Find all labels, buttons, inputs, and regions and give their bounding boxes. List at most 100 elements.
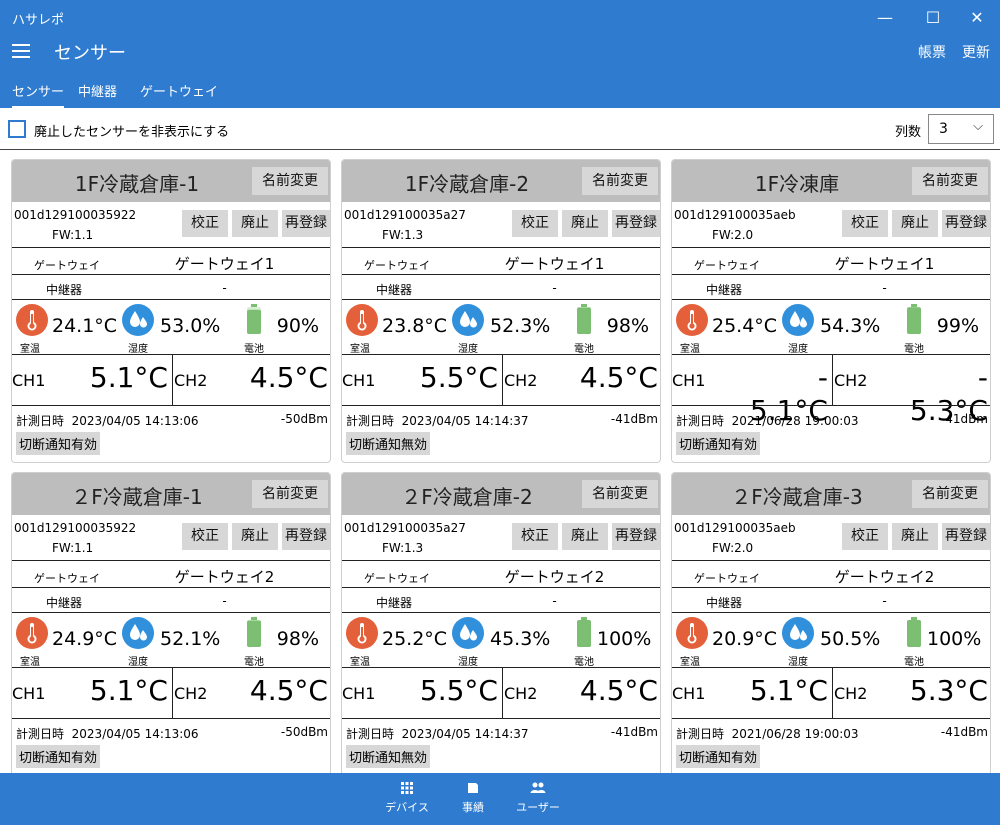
measured-label: 計測日時 [676,414,725,428]
rename-button[interactable]: 名前変更 [912,480,988,508]
ch1-temperature: 5.5°C [419,361,498,394]
battery-level: 100% [597,628,652,650]
tab-gateway[interactable]: ゲートウェイ [140,81,218,106]
humidity: 45.3% [490,628,551,650]
gateway-value: ゲートウェイ2 [834,568,935,586]
hide-retired-checkbox[interactable] [8,120,26,138]
calibrate-button[interactable]: 校正 [182,210,228,237]
retire-button[interactable]: 廃止 [562,523,608,550]
reregister-button[interactable]: 再登録 [282,210,330,237]
humidity-label: 湿度 [128,344,148,355]
room-temperature: 24.1°C [52,315,118,337]
sensor-name: ２F冷蔵倉庫-2 [401,485,533,509]
ch2-label: CH2 [174,371,208,390]
nav-users[interactable]: ユーザー [508,781,568,815]
gateway-value: ゲートウェイ1 [174,255,275,273]
hamburger-menu-icon[interactable] [12,44,30,58]
disconnect-notify-badge: 切断通知有効 [16,745,101,768]
close-button[interactable]: ✕ [954,0,1000,34]
battery-label: 電池 [244,344,264,355]
reregister-button[interactable]: 再登録 [942,523,990,550]
measured-at: 計測日時 2023/04/05 14:13:06 [16,412,199,429]
tab-relay[interactable]: 中継器 [78,81,117,106]
sensor-card: ２F冷蔵倉庫-2 名前変更 001d129100035a27 FW:1.3 校正… [341,472,661,773]
sensor-name: 1F冷蔵倉庫-2 [404,172,530,196]
minimize-button[interactable]: — [862,0,908,34]
reregister-button[interactable]: 再登録 [612,523,660,550]
app-title: ハサレポ [12,13,65,28]
firmware-version: FW:2.0 [712,228,754,242]
tab-sensor[interactable]: センサー [12,81,65,108]
maximize-button[interactable]: ☐ [910,0,956,34]
relay-value: - [222,281,227,295]
filter-bar: 廃止したセンサーを非表示にする 列数 3 ⌵ [0,108,1000,150]
minimize-icon: — [877,7,893,27]
ch2-temperature: 4.5°C [579,361,658,394]
nav-records[interactable]: 事績 [443,781,503,815]
nav-records-label: 事績 [462,801,484,814]
retire-button[interactable]: 廃止 [892,210,938,237]
sensor-name: ２F冷蔵倉庫-1 [71,485,203,509]
measured-at: 計測日時 2023/04/05 14:14:37 [346,725,529,742]
gateway-label: ゲートウェイ [34,259,100,272]
water-drop-icon [122,304,154,336]
measured-at: 計測日時 2021/06/28 19:00:03 [676,725,859,742]
rename-button[interactable]: 名前変更 [582,167,658,195]
retire-button[interactable]: 廃止 [232,210,278,237]
room-temp-label: 室温 [680,344,700,355]
calibrate-button[interactable]: 校正 [182,523,228,550]
signal-strength: -50dBm [280,725,328,739]
grid-icon [401,782,413,794]
thermometer-icon [346,617,378,649]
room-temp-label: 室温 [20,657,40,668]
columns-value: 3 [939,121,948,137]
rename-button[interactable]: 名前変更 [582,480,658,508]
reregister-button[interactable]: 再登録 [942,210,990,237]
measured-label: 計測日時 [346,727,395,741]
calibrate-button[interactable]: 校正 [512,210,558,237]
humidity: 52.1% [160,628,221,650]
columns-select[interactable]: 3 ⌵ [928,114,994,144]
ch2-label: CH2 [834,371,868,390]
sensor-card: 1F冷蔵倉庫-2 名前変更 001d129100035a27 FW:1.3 校正… [341,159,661,463]
measured-label: 計測日時 [346,414,395,428]
calibrate-button[interactable]: 校正 [842,210,888,237]
divider [672,612,990,613]
thermometer-icon [346,304,378,336]
signal-strength: -50dBm [280,412,328,426]
refresh-button[interactable]: 更新 [962,42,990,62]
humidity-label: 湿度 [788,657,808,668]
disconnect-notify-badge: 切断通知有効 [16,432,101,455]
retire-button[interactable]: 廃止 [232,523,278,550]
firmware-version: FW:1.1 [52,541,94,555]
divider [672,405,990,406]
measured-timestamp: 2023/04/05 14:13:06 [71,414,199,428]
measured-label: 計測日時 [16,414,65,428]
reregister-button[interactable]: 再登録 [612,210,660,237]
divider [12,299,330,300]
battery-icon [577,617,591,647]
retire-button[interactable]: 廃止 [562,210,608,237]
measured-label: 計測日時 [676,727,725,741]
device-id: 001d129100035aeb [674,521,796,535]
rename-button[interactable]: 名前変更 [252,480,328,508]
rename-button[interactable]: 名前変更 [912,167,988,195]
disconnect-notify-badge: 切断通知有効 [676,432,761,455]
divider [12,560,330,561]
signal-strength: -41dBm [610,412,658,426]
rename-button[interactable]: 名前変更 [252,167,328,195]
divider [502,668,503,718]
divider [672,274,990,275]
firmware-version: FW:2.0 [712,541,754,555]
nav-devices[interactable]: デバイス [377,781,437,815]
reregister-button[interactable]: 再登録 [282,523,330,550]
thermometer-icon [676,617,708,649]
report-button[interactable]: 帳票 [918,42,946,62]
divider [12,405,330,406]
relay-label: 中継器 [376,596,413,610]
calibrate-button[interactable]: 校正 [842,523,888,550]
ch1-temperature: 5.1°C [89,361,168,394]
divider [672,247,990,248]
calibrate-button[interactable]: 校正 [512,523,558,550]
retire-button[interactable]: 廃止 [892,523,938,550]
